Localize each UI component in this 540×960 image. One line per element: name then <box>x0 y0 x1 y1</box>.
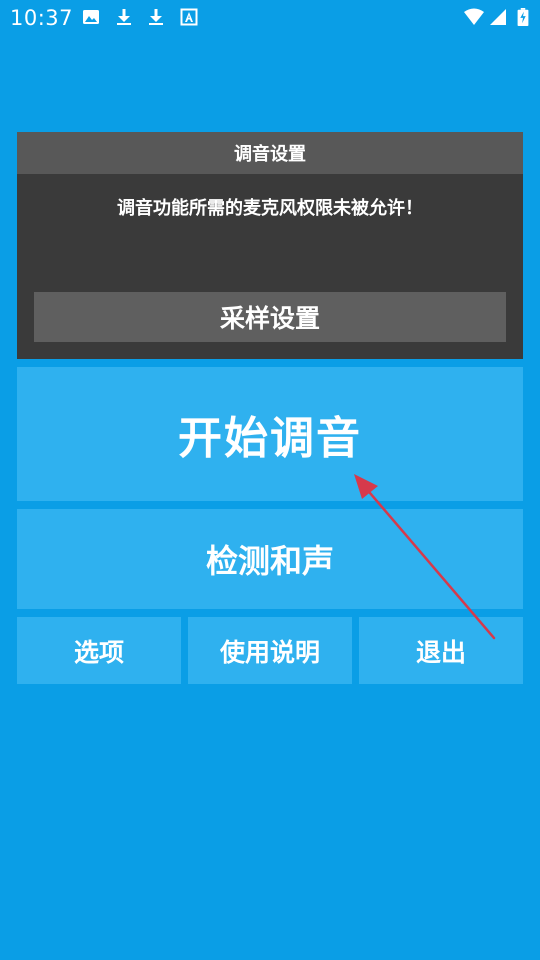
dialog-message: 调音功能所需的麦克风权限未被允许！ <box>117 198 423 219</box>
start-tuning-button[interactable]: 开始调音 <box>17 367 523 501</box>
options-button[interactable]: 选项 <box>17 617 181 684</box>
permission-dialog: 调音设置 调音功能所需的麦克风权限未被允许！ 采样设置 <box>17 132 523 359</box>
wifi-icon <box>463 8 485 26</box>
status-time: 10:37 <box>10 6 74 30</box>
detect-chord-button[interactable]: 检测和声 <box>17 509 523 609</box>
download-icon <box>115 8 133 26</box>
battery-charging-icon <box>517 8 529 26</box>
dialog-title: 调音设置 <box>17 132 523 174</box>
exit-button[interactable]: 退出 <box>359 617 523 684</box>
sampling-settings-button[interactable]: 采样设置 <box>34 292 506 342</box>
download-icon <box>147 8 165 26</box>
status-bar: 10:37 <box>0 0 540 36</box>
font-icon <box>180 8 198 26</box>
image-icon <box>82 8 100 26</box>
signal-icon <box>489 8 507 26</box>
manual-button[interactable]: 使用说明 <box>188 617 352 684</box>
